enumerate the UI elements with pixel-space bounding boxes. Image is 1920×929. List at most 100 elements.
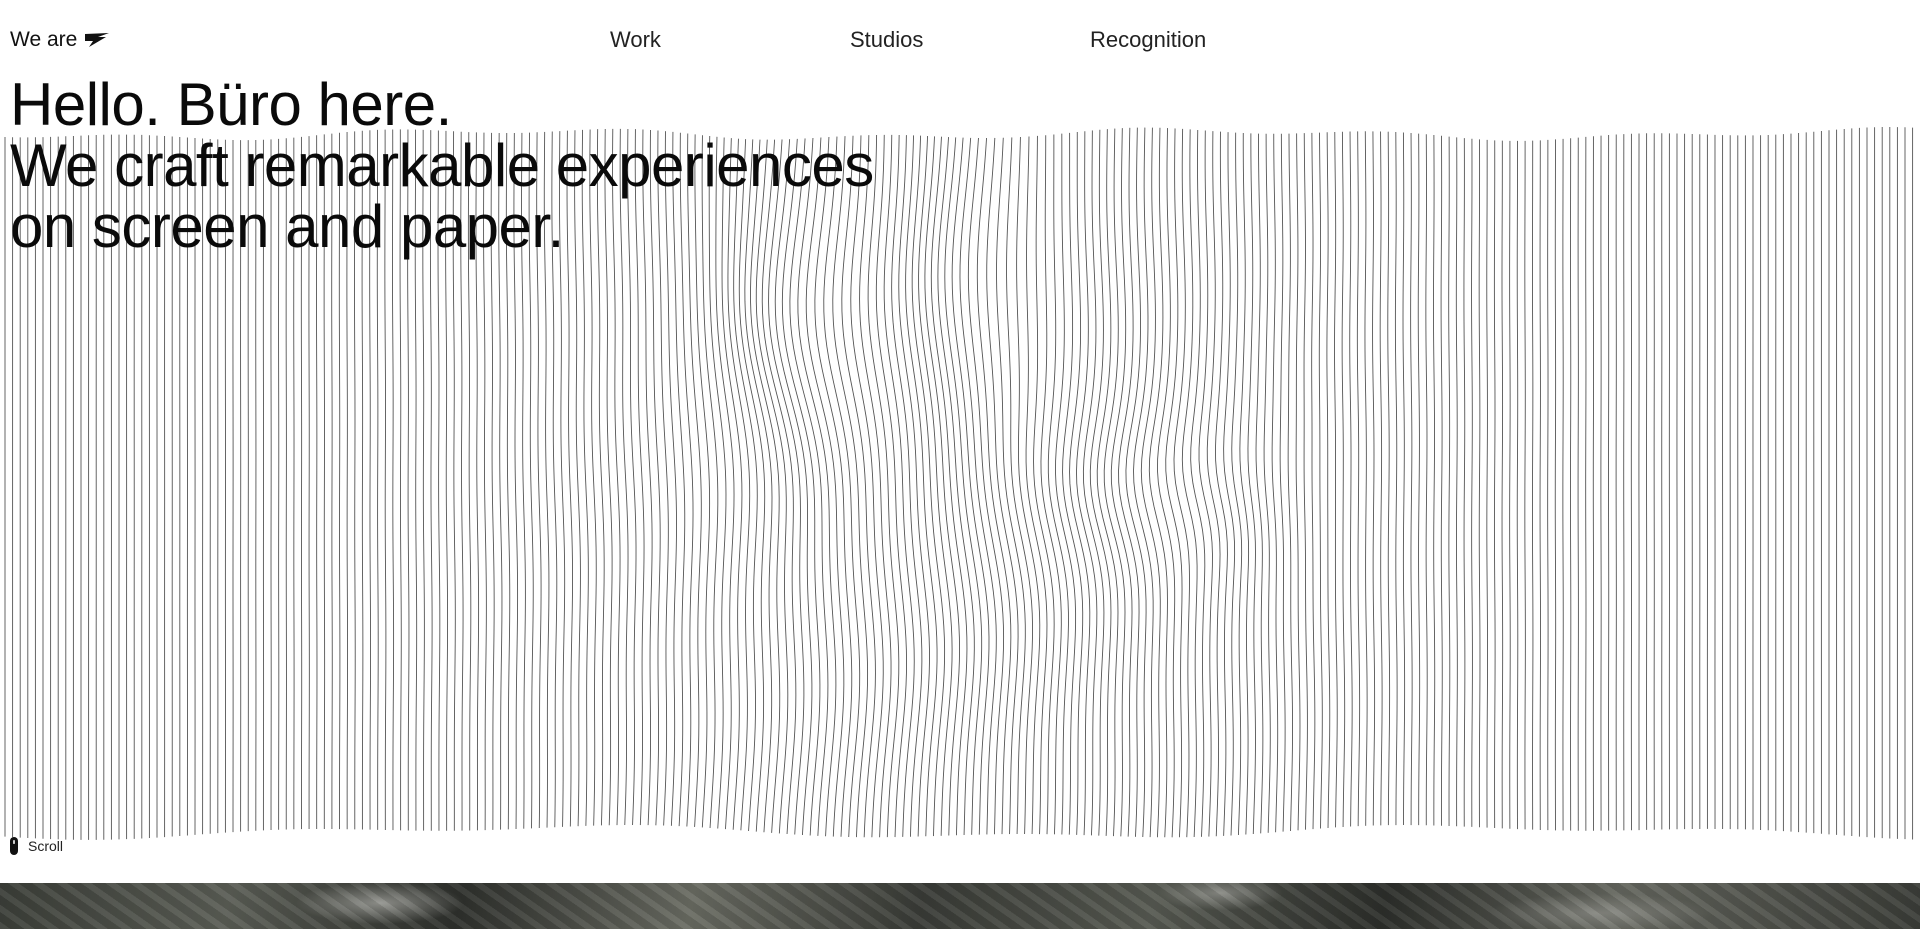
wave-line <box>1025 136 1048 835</box>
brand-label: We are <box>10 28 78 51</box>
wave-line <box>1279 133 1286 832</box>
wave-line <box>1006 137 1033 835</box>
wave-line <box>1326 132 1331 828</box>
wave-line <box>898 135 930 837</box>
wave-line <box>1356 131 1361 827</box>
wave-line <box>967 137 1005 835</box>
wave-line <box>1318 132 1323 829</box>
wave-line <box>905 135 938 837</box>
wave-line <box>1133 127 1154 838</box>
wave-line <box>1471 138 1473 827</box>
wave-line <box>986 137 1019 835</box>
wave-line <box>1239 133 1250 835</box>
wave-line <box>1181 129 1198 838</box>
hero-line-1: Hello. Büro here. <box>10 71 452 138</box>
wave-line <box>1062 132 1084 835</box>
wave-line <box>1372 131 1376 826</box>
nav-link-recognition[interactable]: Recognition <box>1090 26 1206 54</box>
wave-line <box>1125 127 1147 838</box>
wave-line <box>1379 131 1383 826</box>
wave-line <box>959 137 997 835</box>
wave-line <box>918 135 953 836</box>
wave-line <box>1140 127 1161 838</box>
wave-line <box>1082 130 1105 836</box>
wave-line <box>1231 132 1243 836</box>
wave-line <box>1486 139 1488 828</box>
wave-line <box>1287 133 1294 831</box>
wave-line <box>1433 135 1436 826</box>
wave-line <box>951 137 990 835</box>
wave-line <box>1255 133 1264 834</box>
brand-link[interactable]: We are <box>10 26 110 54</box>
hero-line-2: We craft remarkable experiences <box>10 132 874 199</box>
wave-line <box>1410 133 1413 826</box>
wave-line <box>891 134 923 837</box>
mouse-icon <box>10 837 18 855</box>
scroll-indicator[interactable]: Scroll <box>9 836 63 856</box>
wave-line <box>1425 134 1428 826</box>
hero-photo-strip <box>0 883 1920 929</box>
wave-line <box>924 136 961 836</box>
wave-line <box>1387 131 1391 826</box>
nav-link-studios[interactable]: Studios <box>850 26 923 54</box>
wave-line <box>1311 132 1316 830</box>
wave-line <box>1394 132 1398 826</box>
scroll-label: Scroll <box>28 838 64 854</box>
wave-line <box>1417 133 1421 826</box>
wave-line <box>1349 131 1353 827</box>
wave-line <box>930 136 968 836</box>
wave-line <box>1089 129 1112 836</box>
wave-line <box>883 134 915 837</box>
wave-line <box>1206 131 1221 837</box>
wave-line <box>976 137 1012 835</box>
hero-line-3: on screen and paper. <box>10 193 564 260</box>
wave-line <box>1295 133 1301 831</box>
wave-line <box>1524 140 1526 830</box>
wave-line <box>1016 137 1041 835</box>
wave-line <box>1165 128 1183 838</box>
wave-line <box>1271 133 1279 833</box>
wave-line <box>1047 134 1069 835</box>
wave-line <box>1157 128 1176 838</box>
wave-line <box>1069 132 1091 836</box>
wave-line <box>1173 128 1190 838</box>
wave-line <box>1334 131 1338 828</box>
wave-line <box>1214 131 1228 836</box>
wave-line <box>1516 140 1519 830</box>
wave-line <box>944 137 983 835</box>
wave-line <box>1440 135 1443 826</box>
wave-line <box>1455 137 1458 827</box>
wave-line <box>1223 132 1236 836</box>
wave-line <box>996 137 1026 835</box>
wave-line <box>911 135 946 837</box>
wave-line <box>1096 129 1119 837</box>
wave-line <box>1040 135 1062 835</box>
wave-line <box>1364 131 1368 826</box>
wave-line <box>1493 140 1496 829</box>
wave-line <box>1402 132 1406 826</box>
wave-line <box>1055 133 1077 835</box>
wave-line <box>1110 128 1133 837</box>
wave-line <box>1341 131 1346 827</box>
wave-line <box>875 134 908 838</box>
wave-line <box>1190 129 1206 837</box>
wave-line <box>1148 127 1168 838</box>
wave-line <box>1076 131 1098 836</box>
wave-line <box>1247 133 1256 835</box>
wave-line <box>1448 136 1451 826</box>
wave-line <box>1509 140 1511 829</box>
hero-heading: Hello. Büro here. We craft remarkable ex… <box>10 74 874 257</box>
wave-line <box>1118 127 1140 837</box>
wave-line <box>1463 138 1466 827</box>
wave-line <box>1501 140 1504 829</box>
wave-line <box>1103 128 1126 837</box>
wave-line <box>1198 130 1213 837</box>
top-navigation: We are Work Studios Recognition <box>0 0 1920 80</box>
wave-line <box>937 137 975 836</box>
wave-line <box>1303 133 1308 830</box>
wave-line <box>1478 139 1481 828</box>
pennant-logo-icon <box>85 33 110 47</box>
wave-line <box>1033 135 1055 835</box>
nav-link-work[interactable]: Work <box>610 26 661 54</box>
wave-line <box>1263 133 1271 833</box>
